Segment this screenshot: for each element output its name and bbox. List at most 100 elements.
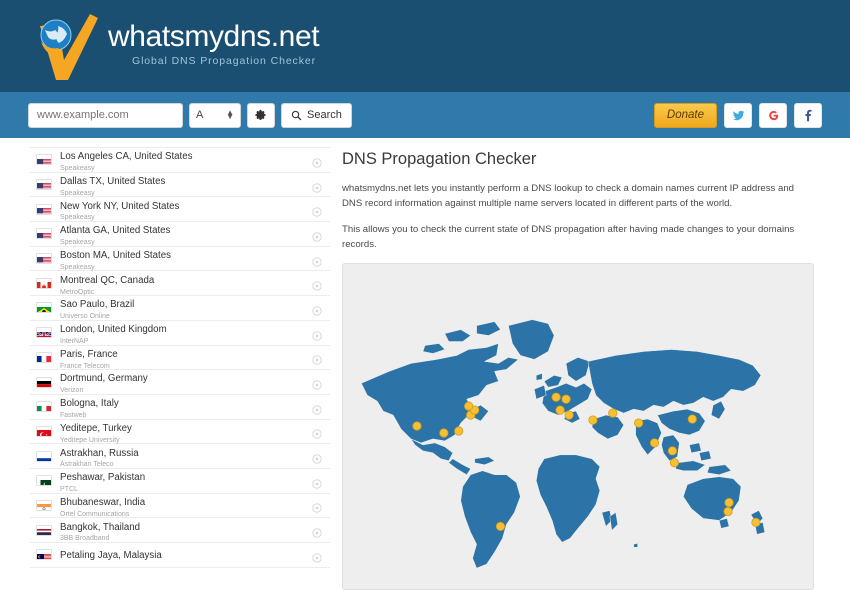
server-sidebar: Los Angeles CA, United StatesSpeakeasyDa… xyxy=(0,138,330,579)
flag-icon-us xyxy=(36,228,52,239)
target-circle-icon[interactable] xyxy=(312,180,322,190)
server-list-item[interactable]: Boston MA, United StatesSpeakeasy xyxy=(30,247,330,272)
intro-paragraph-1: whatsmydns.net lets you instantly perfor… xyxy=(342,182,814,212)
map-marker[interactable]: Paris, France xyxy=(556,406,564,414)
map-marker[interactable]: Peshawar, Pakistan xyxy=(634,419,642,427)
server-list-item[interactable]: Yeditepe, TurkeyYeditepe University xyxy=(30,420,330,445)
map-marker[interactable]: Petaling Jaya, Malaysia xyxy=(670,459,678,467)
main-panel: DNS Propagation Checker whatsmydns.net l… xyxy=(330,138,850,579)
twitter-share-button[interactable] xyxy=(724,103,752,128)
flag-icon-in xyxy=(36,500,52,511)
map-marker[interactable]: Shanghai, China xyxy=(688,415,696,423)
map-marker[interactable]: Montreal QC, Canada xyxy=(464,402,472,410)
record-type-select[interactable]: A ▲▼ xyxy=(189,103,241,128)
server-city: Bhubaneswar, India xyxy=(60,497,145,508)
target-circle-icon[interactable] xyxy=(312,426,322,436)
map-marker[interactable]: Atlanta TX, United States xyxy=(455,427,463,435)
server-city: Paris, France xyxy=(60,349,118,360)
gear-icon xyxy=(255,109,267,121)
target-circle-icon[interactable] xyxy=(312,550,322,560)
site-header: whatsmydns.net Global DNS Propagation Ch… xyxy=(0,0,850,92)
flag-icon-my xyxy=(36,549,52,560)
server-text: Bangkok, Thailand 3BB Broadband xyxy=(60,518,312,543)
target-circle-icon[interactable] xyxy=(312,500,322,510)
server-list-item[interactable]: Bhubaneswar, IndiaOrtel Communications xyxy=(30,494,330,519)
map-marker[interactable]: Brisbane, Australia xyxy=(725,499,733,507)
server-list-item[interactable]: Dortmund, GermanyVerizon xyxy=(30,370,330,395)
facebook-share-button[interactable] xyxy=(794,103,822,128)
map-marker[interactable]: Yeditepe, Turkey xyxy=(589,416,597,424)
server-city: Montreal QC, Canada xyxy=(60,275,154,286)
target-circle-icon[interactable] xyxy=(312,377,322,387)
google-share-button[interactable] xyxy=(759,103,787,128)
server-list-item[interactable]: Atlanta GA, United StatesSpeakeasy xyxy=(30,222,330,247)
map-marker[interactable]: Dortmund, Germany xyxy=(562,395,570,403)
flag-icon-ru xyxy=(36,451,52,462)
target-circle-icon[interactable] xyxy=(312,451,322,461)
map-marker[interactable]: Bangkok, Thailand xyxy=(668,447,676,455)
stepper-arrows-icon: ▲▼ xyxy=(226,111,234,120)
server-city: Bangkok, Thailand xyxy=(60,522,140,533)
donate-button[interactable]: Donate xyxy=(654,103,717,128)
search-button-label: Search xyxy=(307,109,342,121)
flag-icon-th xyxy=(36,525,52,536)
server-list-item[interactable]: Dallas TX, United StatesSpeakeasy xyxy=(30,173,330,198)
map-marker[interactable]: London, United Kingdom xyxy=(552,393,560,401)
domain-input[interactable] xyxy=(28,103,183,128)
target-circle-icon[interactable] xyxy=(312,402,322,412)
flag-icon-tr xyxy=(36,426,52,437)
target-circle-icon[interactable] xyxy=(312,303,322,313)
target-circle-icon[interactable] xyxy=(312,254,322,264)
target-circle-icon[interactable] xyxy=(312,352,322,362)
target-circle-icon[interactable] xyxy=(312,328,322,338)
target-circle-icon[interactable] xyxy=(312,278,322,288)
map-marker[interactable]: Bologna, Italy xyxy=(565,411,573,419)
server-list-item[interactable]: Bangkok, Thailand 3BB Broadband xyxy=(30,518,330,543)
target-circle-icon[interactable] xyxy=(312,525,322,535)
server-list-item[interactable]: Petaling Jaya, Malaysia xyxy=(30,543,330,568)
map-marker[interactable]: Dallas TX, United States xyxy=(440,429,448,437)
target-circle-icon[interactable] xyxy=(312,229,322,239)
server-city: Bologna, Italy xyxy=(60,398,119,409)
google-g-icon xyxy=(767,109,780,122)
server-list-item[interactable]: Los Angeles CA, United StatesSpeakeasy xyxy=(30,148,330,173)
world-map[interactable]: Los Angeles CA, United States Dallas TX, … xyxy=(342,263,814,590)
server-city: Sao Paulo, Brazil xyxy=(60,299,134,310)
server-text: Bhubaneswar, IndiaOrtel Communications xyxy=(60,493,312,518)
target-circle-icon[interactable] xyxy=(312,155,322,165)
settings-button[interactable] xyxy=(247,103,275,128)
target-circle-icon[interactable] xyxy=(312,204,322,214)
map-marker[interactable]: Astrakhan, Russia xyxy=(609,409,617,417)
flag-icon-br xyxy=(36,302,52,313)
map-marker[interactable]: Auckland, New Zealand xyxy=(752,519,760,527)
server-list-item[interactable]: Bologna, ItalyFastweb xyxy=(30,395,330,420)
server-city: Dortmund, Germany xyxy=(60,373,148,384)
twitter-icon xyxy=(732,109,745,122)
server-city: Peshawar, Pakistan xyxy=(60,472,145,483)
page-content: Los Angeles CA, United StatesSpeakeasyDa… xyxy=(0,138,850,579)
map-marker[interactable]: Sao Paulo, Brazil xyxy=(496,523,504,531)
server-text: Yeditepe, TurkeyYeditepe University xyxy=(60,419,312,444)
flag-icon-us xyxy=(36,154,52,165)
map-marker[interactable]: Sydney, Australia xyxy=(724,508,732,516)
server-list-item[interactable]: Montreal QC, CanadaMetroOptic xyxy=(30,271,330,296)
toolbar-actions: Donate xyxy=(654,103,822,128)
site-logo[interactable]: whatsmydns.net Global DNS Propagation Ch… xyxy=(28,8,319,84)
server-list-item[interactable]: New York NY, United StatesSpeakeasy xyxy=(30,197,330,222)
server-isp: 3BB Broadband xyxy=(60,535,312,542)
flag-icon-fr xyxy=(36,352,52,363)
map-marker[interactable]: Bhubaneswar, India xyxy=(650,439,658,447)
server-list-item[interactable]: Astrakhan, RussiaAstrakhan Teleco xyxy=(30,444,330,469)
search-button[interactable]: Search xyxy=(281,103,352,128)
server-list-item[interactable]: Sao Paulo, BrazilUniverso Online xyxy=(30,296,330,321)
server-city: Boston MA, United States xyxy=(60,250,171,261)
server-list-item[interactable]: Paris, FranceFrance Telecom xyxy=(30,346,330,371)
server-list-item[interactable]: London, United KingdomInterNAP xyxy=(30,321,330,346)
server-city: Yeditepe, Turkey xyxy=(60,423,132,434)
target-circle-icon[interactable] xyxy=(312,476,322,486)
server-list-item[interactable]: Peshawar, PakistanPTCL xyxy=(30,469,330,494)
brand-title: whatsmydns.net xyxy=(108,21,319,53)
map-marker[interactable]: Los Angeles CA, United States xyxy=(413,422,421,430)
search-group: A ▲▼ Search xyxy=(28,103,352,128)
server-city: Dallas TX, United States xyxy=(60,176,165,187)
